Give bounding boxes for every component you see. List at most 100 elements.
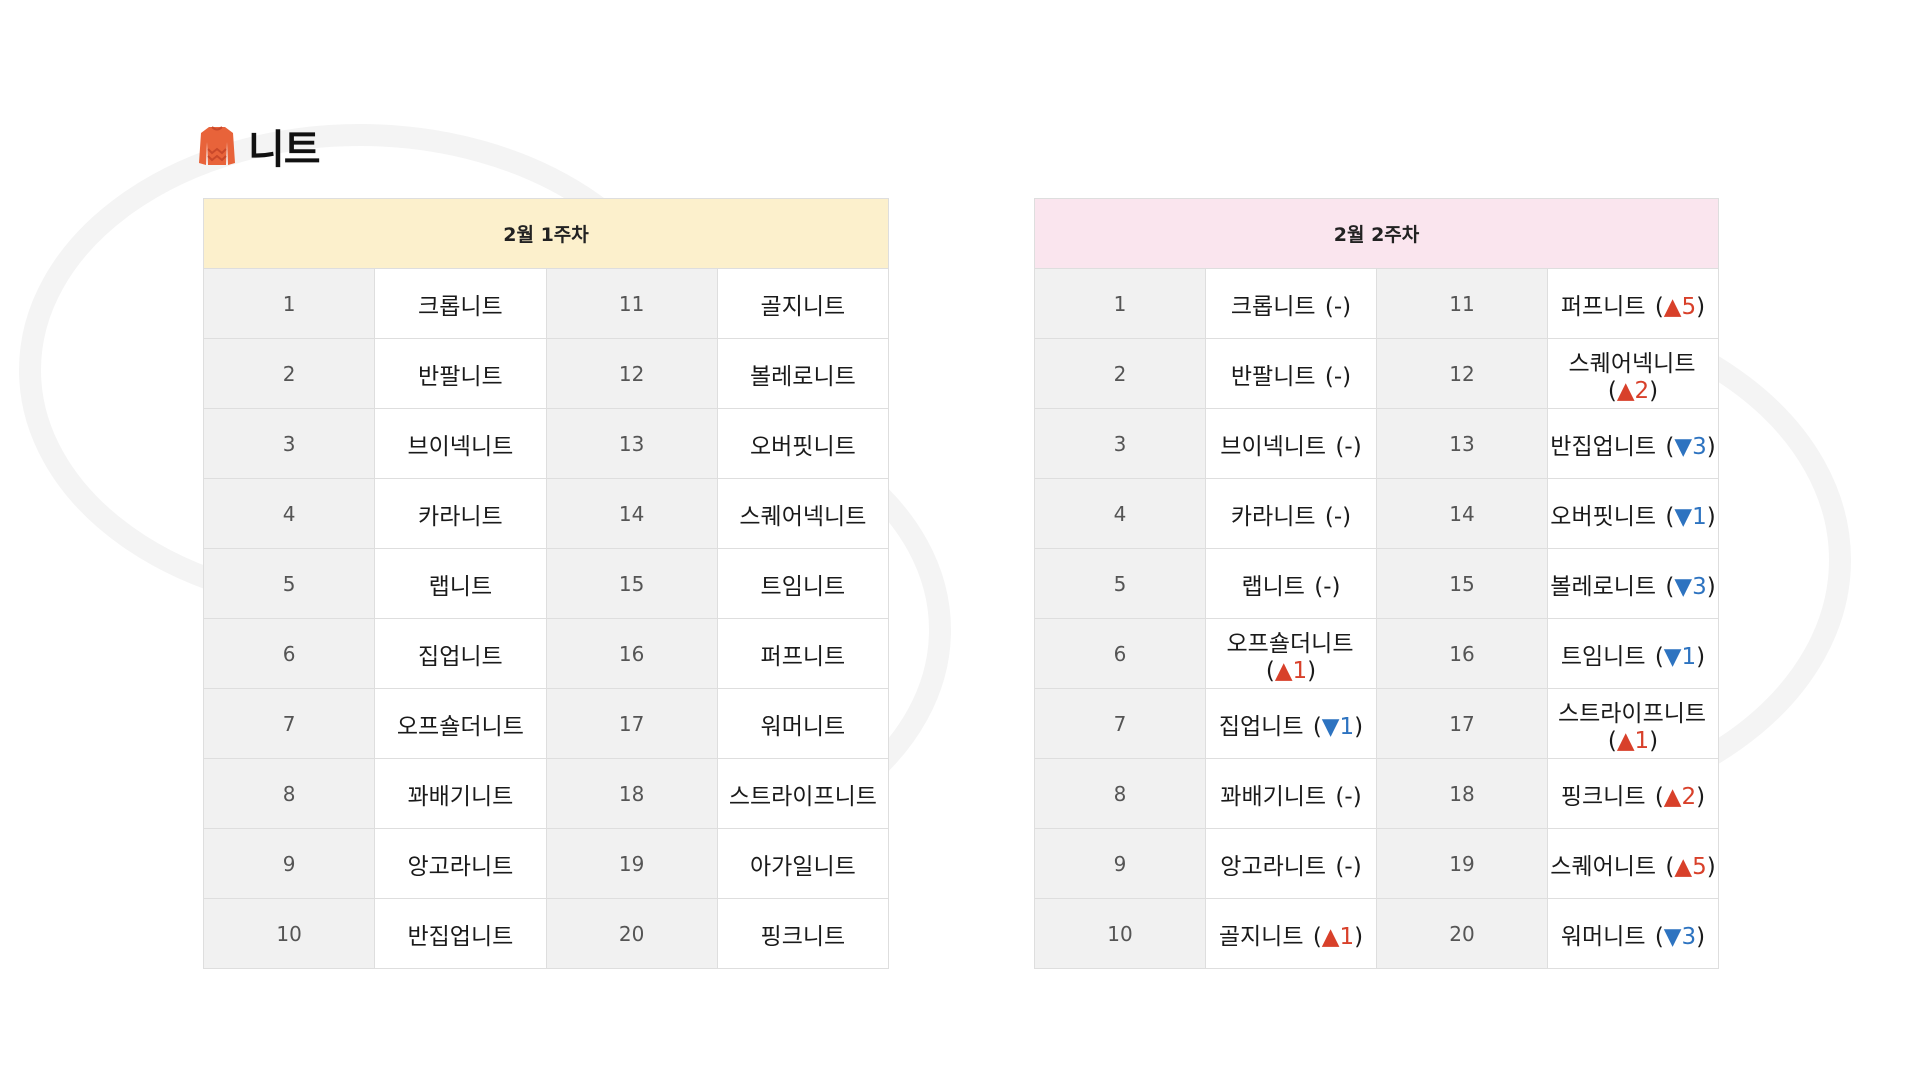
table-row: 6 오프숄더니트 (▲1) 16 트임니트 (▼1) (1034, 618, 1719, 689)
rank-change: (▲2) (1607, 377, 1659, 404)
item-cell: 아가일니트 (716, 828, 890, 899)
rank-number: 1 (1034, 268, 1206, 339)
table-row: 10 반집업니트 20 핑크니트 (202, 898, 890, 969)
item-name: 스퀘어넥니트 (739, 503, 867, 530)
change-amount: 1 (1292, 657, 1308, 684)
item-cell: 오프숄더니트 (▲1) (1205, 618, 1377, 689)
rank-change: (▲1) (1312, 923, 1364, 950)
item-cell: 오버핏니트 (▼1) (1547, 478, 1719, 549)
item-cell: 핑크니트 (716, 898, 890, 969)
rank-number: 12 (1376, 338, 1548, 409)
item-cell: 랩니트 (374, 548, 547, 619)
down-triangle-icon: ▼ (1663, 923, 1682, 950)
item-cell: 퍼프니트 (716, 618, 890, 689)
rank-number: 19 (545, 828, 718, 899)
item-name: 카라니트 (1230, 503, 1316, 530)
rank-number: 7 (1034, 688, 1206, 759)
change-amount: 3 (1692, 433, 1707, 460)
rank-change: (▼1) (1312, 713, 1364, 740)
item-name: 볼레로니트 (1550, 573, 1657, 600)
item-cell: 랩니트 (-) (1205, 548, 1377, 619)
item-cell: 크롭니트 (-) (1205, 268, 1377, 339)
no-change-dash: - (1344, 783, 1353, 810)
item-cell: 골지니트 (716, 268, 890, 339)
rank-number: 19 (1376, 828, 1548, 899)
item-name: 워머니트 (1560, 923, 1646, 950)
item-name: 스퀘어넥니트 (1568, 350, 1696, 377)
item-name: 반팔니트 (1230, 363, 1316, 390)
rank-number: 9 (202, 828, 376, 899)
item-name: 퍼프니트 (760, 643, 846, 670)
rank-number: 1 (202, 268, 376, 339)
item-cell: 볼레로니트 (716, 338, 890, 409)
table-row: 3 브이넥니트 13 오버핏니트 (202, 408, 890, 479)
item-cell: 워머니트 (716, 688, 890, 759)
rank-number: 6 (202, 618, 376, 689)
item-cell: 스퀘어니트 (▲5) (1547, 828, 1719, 899)
item-name: 오프숄더니트 (1226, 630, 1354, 657)
down-triangle-icon: ▼ (1674, 433, 1693, 460)
item-cell: 반집업니트 (374, 898, 547, 969)
change-amount: 5 (1681, 293, 1697, 320)
item-name: 브이넥니트 (407, 433, 514, 460)
item-name: 오버핏니트 (749, 433, 856, 460)
rank-number: 18 (545, 758, 718, 829)
rank-number: 20 (1376, 898, 1548, 969)
table-row: 8 꽈배기니트 (-) 18 핑크니트 (▲2) (1034, 758, 1719, 829)
table-row: 1 크롭니트 11 골지니트 (202, 268, 890, 339)
table-row: 7 오프숄더니트 17 워머니트 (202, 688, 890, 759)
table-row: 2 반팔니트 (-) 12 스퀘어넥니트 (▲2) (1034, 338, 1719, 409)
no-change-dash: - (1323, 573, 1332, 600)
item-name: 워머니트 (760, 713, 846, 740)
item-cell: 스퀘어넥니트 (716, 478, 890, 549)
item-cell: 볼레로니트 (▼3) (1547, 548, 1719, 619)
item-name: 랩니트 (1241, 573, 1305, 600)
item-cell: 브이넥니트 (374, 408, 547, 479)
up-triangle-icon: ▲ (1616, 377, 1635, 404)
rank-change: (▲1) (1265, 657, 1317, 684)
rank-number: 14 (545, 478, 718, 549)
item-cell: 앙고라니트 (-) (1205, 828, 1377, 899)
rank-number: 15 (1376, 548, 1548, 619)
item-cell: 스퀘어넥니트 (▲2) (1547, 338, 1719, 409)
change-amount: 1 (1681, 643, 1697, 670)
item-name: 크롭니트 (418, 293, 503, 320)
rank-change: (-) (1335, 853, 1362, 880)
item-name: 퍼프니트 (1560, 293, 1646, 320)
table-row: 9 앙고라니트 (-) 19 스퀘어니트 (▲5) (1034, 828, 1719, 899)
item-cell: 오프숄더니트 (374, 688, 547, 759)
rank-number: 17 (1376, 688, 1548, 759)
rank-change: (-) (1314, 573, 1341, 600)
item-cell: 집업니트 (374, 618, 547, 689)
item-cell: 앙고라니트 (374, 828, 547, 899)
no-change-dash: - (1344, 433, 1353, 460)
rank-change: (▼3) (1665, 433, 1716, 460)
item-name: 꽈배기니트 (407, 783, 514, 810)
item-cell: 스트라이프니트 (▲1) (1547, 688, 1719, 759)
item-name: 골지니트 (760, 293, 846, 320)
no-change-dash: - (1344, 853, 1353, 880)
rank-number: 5 (202, 548, 376, 619)
item-name: 집업니트 (418, 643, 503, 670)
item-name: 브이넥니트 (1220, 433, 1327, 460)
item-cell: 꽈배기니트 (374, 758, 547, 829)
rank-number: 7 (202, 688, 376, 759)
change-amount: 2 (1634, 377, 1650, 404)
item-name: 꽈배기니트 (1220, 783, 1327, 810)
item-cell: 트임니트 (▼1) (1547, 618, 1719, 689)
down-triangle-icon: ▼ (1674, 573, 1693, 600)
rank-change: (-) (1324, 503, 1352, 530)
item-name: 스퀘어니트 (1550, 853, 1657, 880)
week1-header: 2월 1주차 (203, 198, 889, 269)
item-cell: 반팔니트 (-) (1205, 338, 1377, 409)
item-name: 랩니트 (428, 573, 493, 600)
item-cell: 오버핏니트 (716, 408, 890, 479)
item-cell: 반팔니트 (374, 338, 547, 409)
rank-number: 12 (545, 338, 718, 409)
table-row: 9 앙고라니트 19 아가일니트 (202, 828, 890, 899)
item-cell: 반집업니트 (▼3) (1547, 408, 1719, 479)
rank-number: 8 (1034, 758, 1206, 829)
up-triangle-icon: ▲ (1321, 923, 1340, 950)
rank-number: 18 (1376, 758, 1548, 829)
ranking-table-week2: 2월 2주차 1 크롭니트 (-) 11 퍼프니트 (▲5) 2 반팔니트 (-) 12 스퀘… (1034, 198, 1719, 969)
